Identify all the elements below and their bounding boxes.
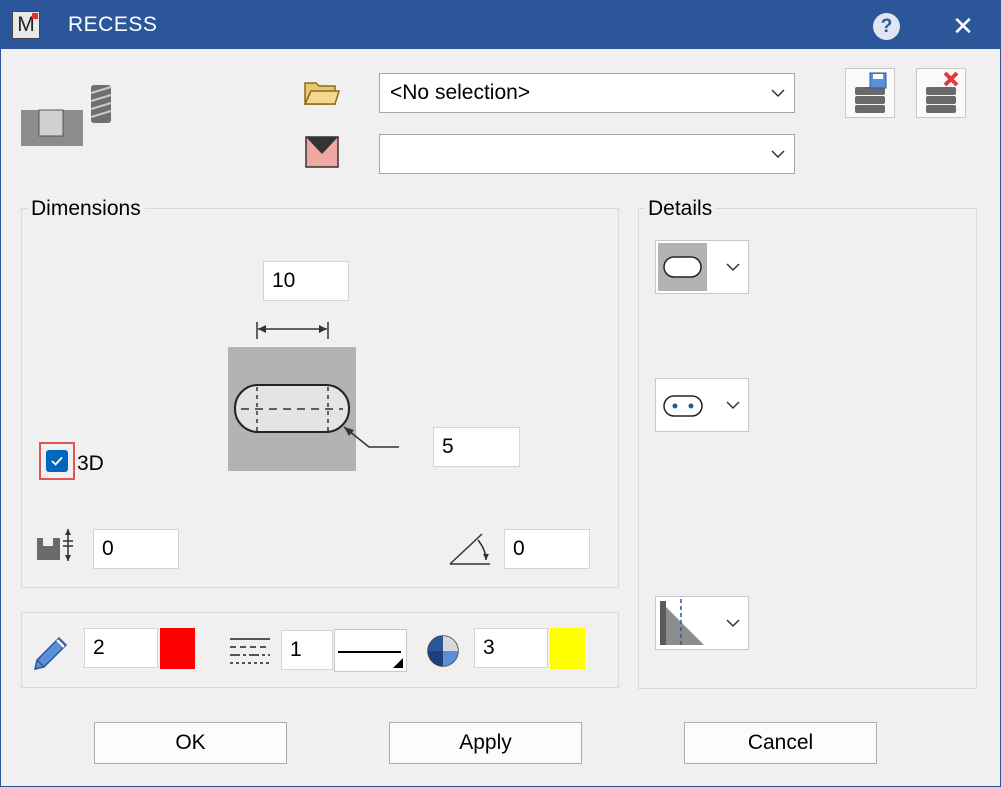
selection-combo[interactable]: <No selection>: [379, 73, 795, 113]
pen-input[interactable]: 2: [84, 628, 158, 668]
slot-end-combo[interactable]: [655, 378, 749, 432]
slot-shape-combo[interactable]: [655, 240, 749, 294]
folder-open-icon[interactable]: [304, 80, 340, 106]
details-group-label: Details: [644, 197, 717, 221]
material-icon[interactable]: [305, 136, 339, 168]
angle-input[interactable]: 0: [504, 529, 590, 569]
recess-dialog: M RECESS ? ✕ <No selection> Dimensions 1…: [0, 0, 1001, 787]
depth-input[interactable]: 0: [93, 529, 179, 569]
angle-icon: [449, 533, 490, 565]
three-d-checkbox[interactable]: [46, 450, 68, 472]
chevron-down-icon: [726, 263, 740, 272]
chevron-down-icon: [771, 150, 785, 159]
draft-angle-combo[interactable]: [655, 596, 749, 650]
recess-slot-diagram: [228, 322, 399, 471]
save-to-database-button[interactable]: [845, 68, 895, 118]
app-icon-badge: [32, 13, 38, 19]
slot-center-points-icon: [663, 395, 703, 417]
radius-input[interactable]: 5: [433, 427, 520, 467]
linetype-picker[interactable]: [334, 629, 407, 672]
draft-angle-icon: [660, 599, 704, 647]
three-d-label: 3D: [77, 452, 104, 475]
database-delete-icon: [926, 71, 959, 113]
depth-icon: [37, 529, 73, 561]
delete-from-database-button[interactable]: [916, 68, 966, 118]
database-save-icon: [855, 72, 887, 113]
chevron-down-icon: [771, 89, 785, 98]
title-bar: M RECESS ? ✕: [1, 1, 1000, 49]
three-d-checkbox-highlight[interactable]: [39, 442, 75, 480]
linetype-input[interactable]: 1: [281, 630, 333, 670]
apply-button[interactable]: Apply: [389, 722, 582, 764]
dimensions-group-label: Dimensions: [27, 197, 145, 221]
rounded-slot-icon: [658, 243, 707, 291]
layer-color-swatch[interactable]: [550, 628, 585, 669]
layer-icon[interactable]: [426, 634, 460, 668]
linetype-icon[interactable]: [229, 635, 271, 667]
chevron-down-icon: [726, 619, 740, 628]
recess-tool-preview-icon: [21, 85, 112, 146]
cancel-button[interactable]: Cancel: [684, 722, 877, 764]
help-icon[interactable]: ?: [873, 13, 900, 40]
line-sample-icon: [338, 651, 403, 668]
window-title: RECESS: [68, 13, 158, 36]
app-icon: M: [12, 11, 40, 39]
pen-icon[interactable]: [31, 630, 73, 672]
length-input[interactable]: 10: [263, 261, 349, 301]
selection-combo-value: <No selection>: [390, 81, 531, 104]
material-combo[interactable]: [379, 134, 795, 174]
pen-color-swatch[interactable]: [160, 628, 195, 669]
ok-button[interactable]: OK: [94, 722, 287, 764]
close-icon[interactable]: ✕: [947, 9, 979, 43]
checkmark-icon: [51, 456, 63, 466]
chevron-down-icon: [726, 401, 740, 410]
layer-input[interactable]: 3: [474, 628, 548, 668]
